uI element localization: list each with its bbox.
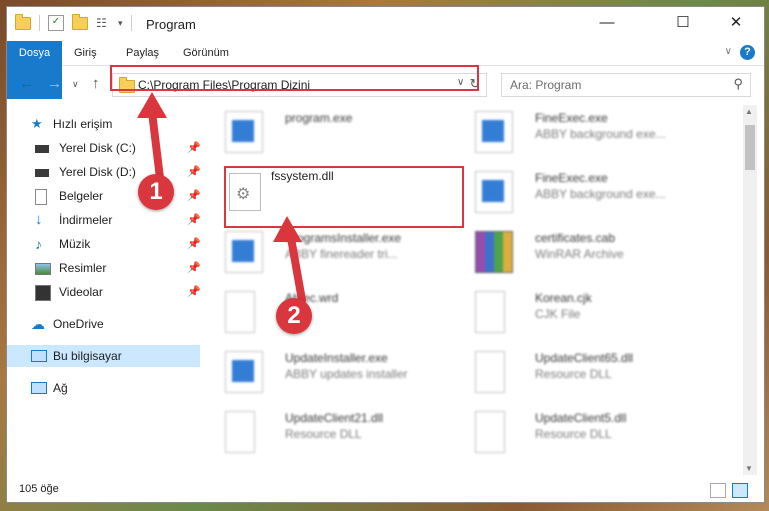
arrow-1-head bbox=[137, 92, 167, 118]
step-1-badge: 1 bbox=[138, 174, 174, 210]
arrow-1 bbox=[148, 108, 164, 182]
arrow-2 bbox=[287, 234, 306, 304]
arrow-2-head bbox=[273, 216, 302, 242]
annotation-arrows bbox=[137, 92, 306, 304]
step-2-badge: 2 bbox=[276, 298, 312, 334]
